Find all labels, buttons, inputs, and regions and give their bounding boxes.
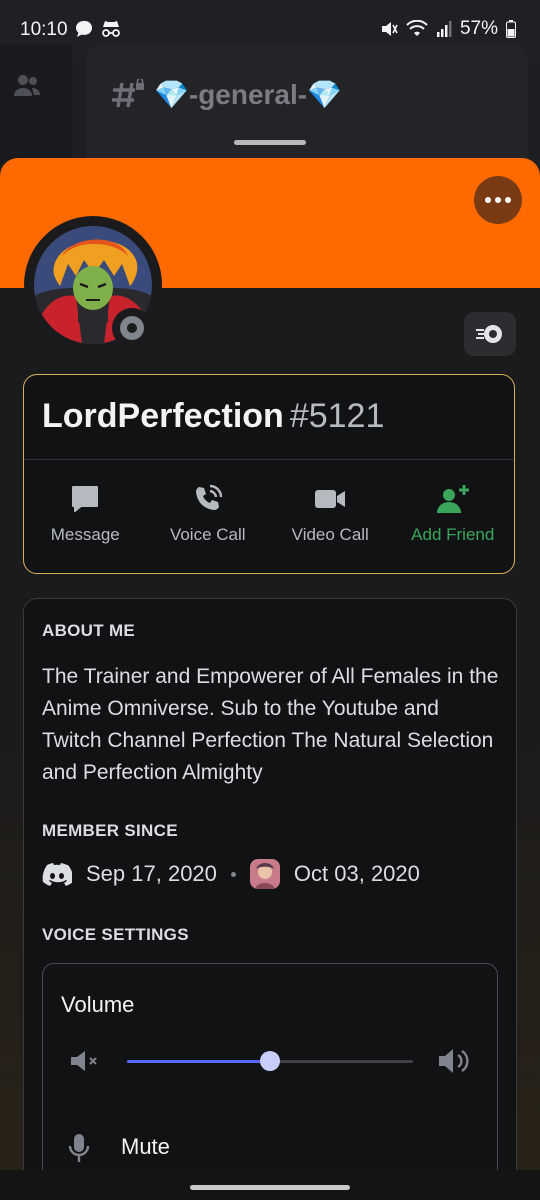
member-since-row: Sep 17, 2020 Oct 03, 2020	[42, 859, 420, 889]
name-row: LordPerfection #5121	[42, 397, 384, 436]
phone-icon	[195, 484, 222, 510]
voice-settings-card: Volume Mute	[42, 963, 498, 1200]
add-friend-button[interactable]: Add Friend	[392, 483, 515, 545]
nitro-icon	[476, 325, 502, 343]
message-button[interactable]: Message	[24, 483, 147, 545]
volume-mute-icon[interactable]	[69, 1048, 101, 1074]
message-label: Message	[50, 525, 120, 544]
mute-vibrate-icon	[381, 22, 398, 36]
volume-label: Volume	[61, 992, 135, 1017]
battery-icon	[506, 20, 516, 38]
server-icon	[249, 859, 280, 889]
offline-status-icon	[120, 316, 144, 340]
status-indicator	[112, 308, 152, 348]
mute-label[interactable]: Mute	[121, 1134, 170, 1160]
server-member-date: Oct 03, 2020	[293, 861, 420, 886]
nitro-badge[interactable]	[464, 312, 516, 356]
people-icon[interactable]	[12, 72, 42, 100]
about-heading: ABOUT ME	[42, 621, 136, 640]
volume-up-icon[interactable]	[437, 1046, 471, 1076]
about-text: The Trainer and Empowerer of All Females…	[42, 665, 499, 784]
divider	[24, 459, 514, 460]
add-friend-icon	[436, 485, 469, 513]
discord-member-date: Sep 17, 2020	[86, 861, 217, 886]
server-sidebar	[0, 44, 72, 164]
about-card: ABOUT ME The Trainer and Empowerer of Al…	[23, 598, 517, 1200]
more-dots-icon	[485, 197, 511, 203]
home-gesture-handle[interactable]	[190, 1185, 350, 1190]
channel-name: 💎-general-💎	[154, 79, 342, 110]
status-time: 10:10	[20, 19, 68, 40]
voice-call-button[interactable]: Voice Call	[147, 483, 270, 545]
chat-bubble-icon	[76, 20, 92, 37]
separator-dot	[230, 871, 236, 877]
discord-logo-icon	[42, 863, 72, 886]
video-call-button[interactable]: Video Call	[269, 483, 392, 545]
volume-slider[interactable]	[127, 1051, 413, 1071]
add-friend-label: Add Friend	[411, 525, 495, 544]
microphone-icon	[68, 1134, 90, 1162]
volume-slider-thumb[interactable]	[260, 1051, 280, 1071]
voice-settings-heading: VOICE SETTINGS	[42, 925, 189, 944]
volume-slider-fill	[127, 1060, 270, 1063]
voice-call-label: Voice Call	[169, 525, 246, 544]
locked-channel-hash-icon	[112, 78, 144, 107]
system-navigation-bar	[0, 1170, 540, 1200]
member-since-heading: MEMBER SINCE	[42, 821, 178, 840]
video-camera-icon	[315, 490, 346, 508]
signal-icon	[436, 21, 452, 37]
action-row: Message Voice Call Video Call Add Friend	[24, 483, 514, 545]
wifi-icon	[406, 20, 428, 36]
discriminator: #5121	[289, 397, 385, 435]
battery-percent: 57%	[459, 18, 498, 39]
channel-header: 💎-general-💎	[110, 78, 342, 111]
incognito-icon	[102, 21, 120, 37]
more-options-button[interactable]	[474, 176, 522, 224]
profile-sheet: LordPerfection #5121 Message Voice Call V…	[0, 158, 540, 1200]
sheet-drag-handle[interactable]	[234, 140, 306, 145]
username: LordPerfection	[42, 397, 284, 435]
video-call-label: Video Call	[291, 525, 369, 544]
user-info-card: LordPerfection #5121 Message Voice Call V…	[23, 374, 515, 574]
message-icon	[72, 486, 99, 512]
